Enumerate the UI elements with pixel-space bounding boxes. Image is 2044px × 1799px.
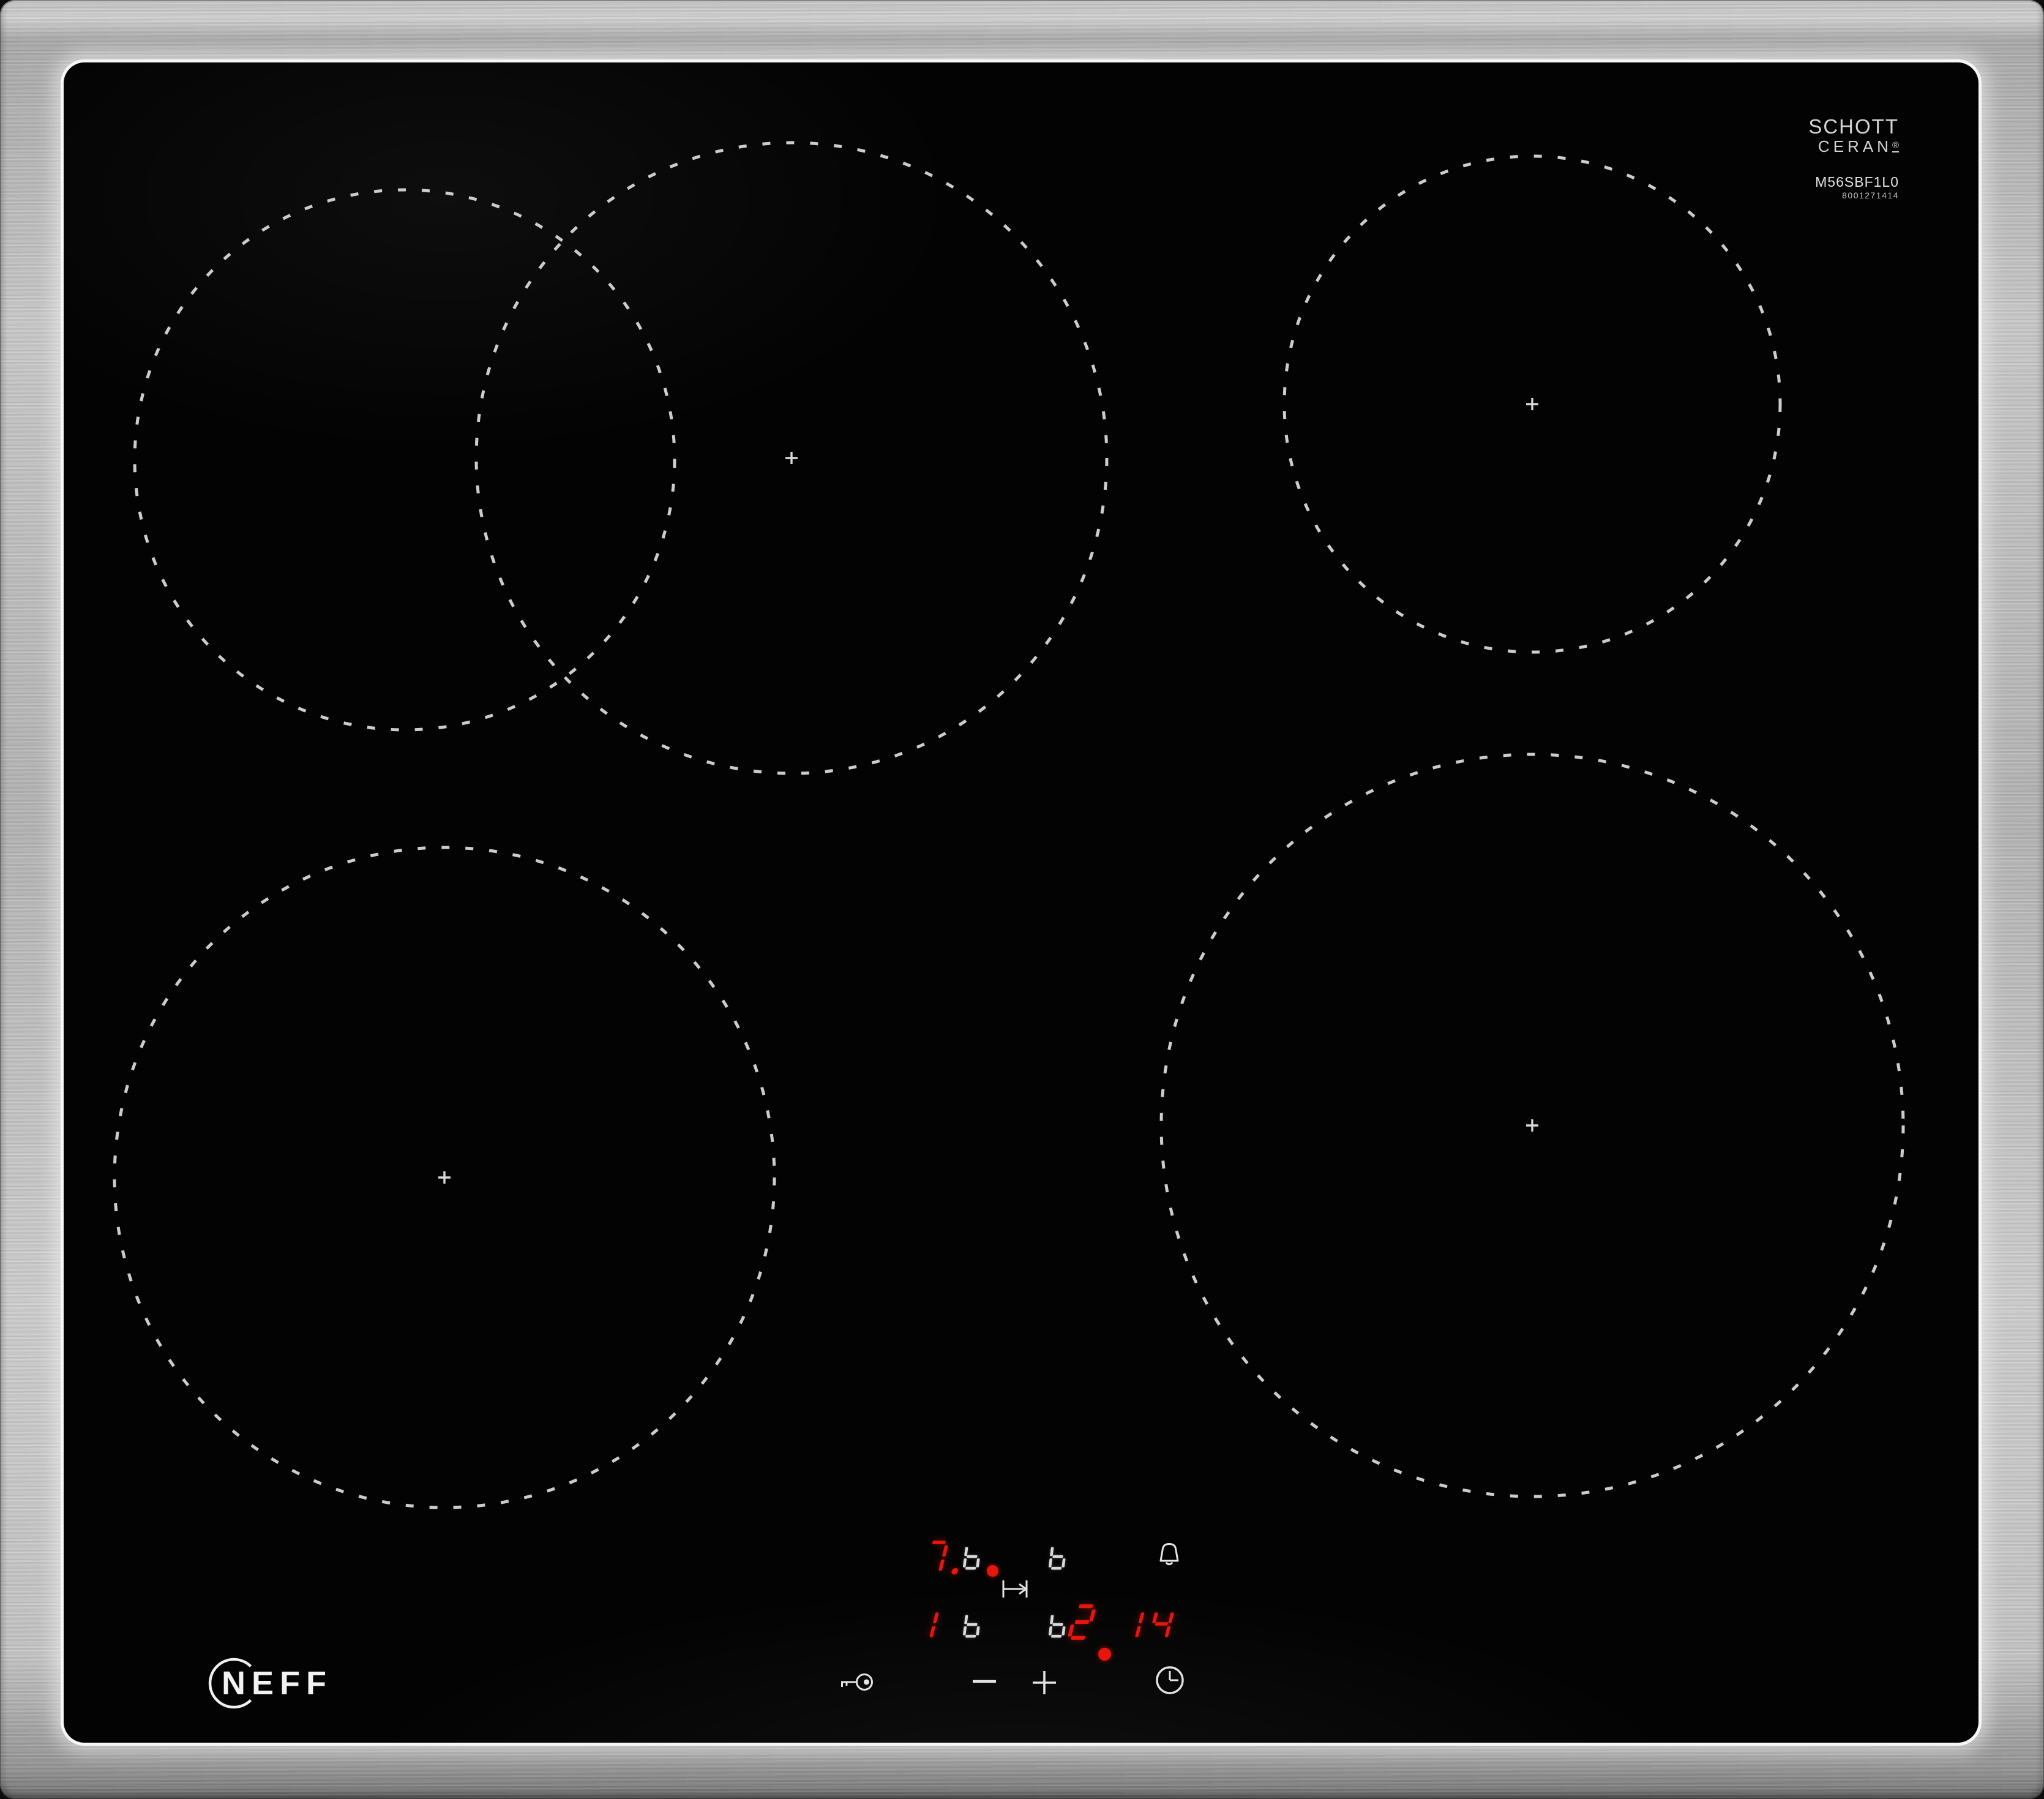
arrow-to-bar-icon bbox=[1002, 1580, 1028, 1598]
ceramic-glass-surface bbox=[64, 62, 1978, 1743]
product-code-label: 8001271414 bbox=[1842, 190, 1899, 200]
neff-logo: NEFF bbox=[208, 1658, 332, 1709]
ceran-brand-text: CERAN® bbox=[1818, 137, 1899, 156]
plus-button[interactable] bbox=[1030, 1668, 1059, 1697]
key-icon[interactable] bbox=[837, 1671, 873, 1693]
dot-indicator-timer bbox=[1098, 1648, 1111, 1661]
schott-brand-text: SCHOTT bbox=[1808, 115, 1899, 138]
clock-icon[interactable] bbox=[1155, 1665, 1185, 1696]
glass-brand-block: SCHOTT CERAN® M56SBF1L0 8001271414 bbox=[1769, 116, 1899, 200]
display-back-right-aux bbox=[1048, 1547, 1066, 1570]
bell-icon bbox=[1159, 1543, 1179, 1566]
display-back-left-aux bbox=[962, 1547, 980, 1570]
display-front-right-level[interactable] bbox=[1066, 1603, 1108, 1641]
display-timer-minutes bbox=[1135, 1612, 1174, 1637]
induction-hob-frame: SCHOTT CERAN® M56SBF1L0 8001271414 NEFF bbox=[0, 0, 2044, 1799]
display-front-left-level[interactable] bbox=[912, 1607, 950, 1641]
registered-mark: ® bbox=[1892, 140, 1899, 152]
dot-indicator-back bbox=[987, 1565, 998, 1577]
model-number-label: M56SBF1L0 bbox=[1815, 174, 1899, 190]
minus-button[interactable] bbox=[970, 1667, 999, 1696]
neff-logo-text: NEFF bbox=[222, 1665, 332, 1702]
display-front-left-aux bbox=[962, 1615, 980, 1638]
